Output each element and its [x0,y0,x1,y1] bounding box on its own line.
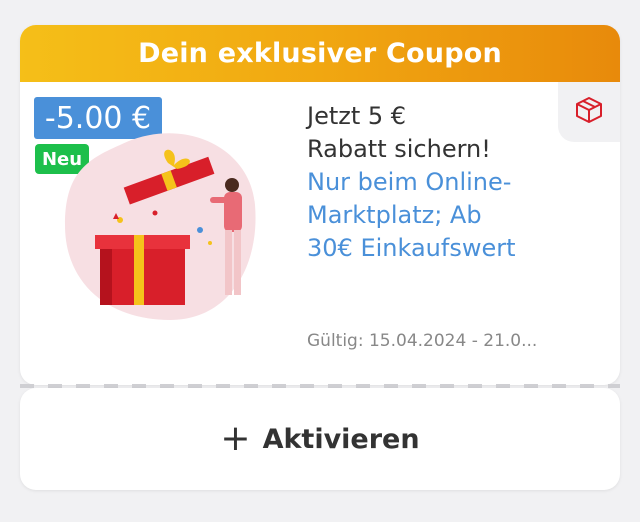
coupon-card[interactable]: Dein exklusiver Coupon -5.00 € Neu Jetzt… [20,25,620,385]
coupon-subtitle-line2: Marktplatz; Ab [307,201,482,229]
coupon-header-title: Dein exklusiver Coupon [138,38,502,69]
activate-button[interactable]: + Aktivieren [20,388,620,490]
coupon-description: Jetzt 5 € Rabatt sichern! Nur beim Onlin… [307,100,567,265]
activate-button-content: + Aktivieren [220,421,419,457]
coupon-title-line1: Jetzt 5 € [307,102,407,130]
gift-illustration [60,125,270,325]
activate-label: Aktivieren [262,423,420,455]
plus-icon: + [220,418,251,459]
coupon-subtitle-line1: Nur beim Online- [307,168,512,196]
coupon-subtitle-line3: 30€ Einkaufswert [307,234,516,262]
coupon-header: Dein exklusiver Coupon [20,25,620,82]
category-tab [558,82,620,142]
coupon-title-line2: Rabatt sichern! [307,135,491,163]
validity-text: Gültig: 15.04.2024 - 21.0... [307,331,538,351]
package-icon [574,95,604,129]
